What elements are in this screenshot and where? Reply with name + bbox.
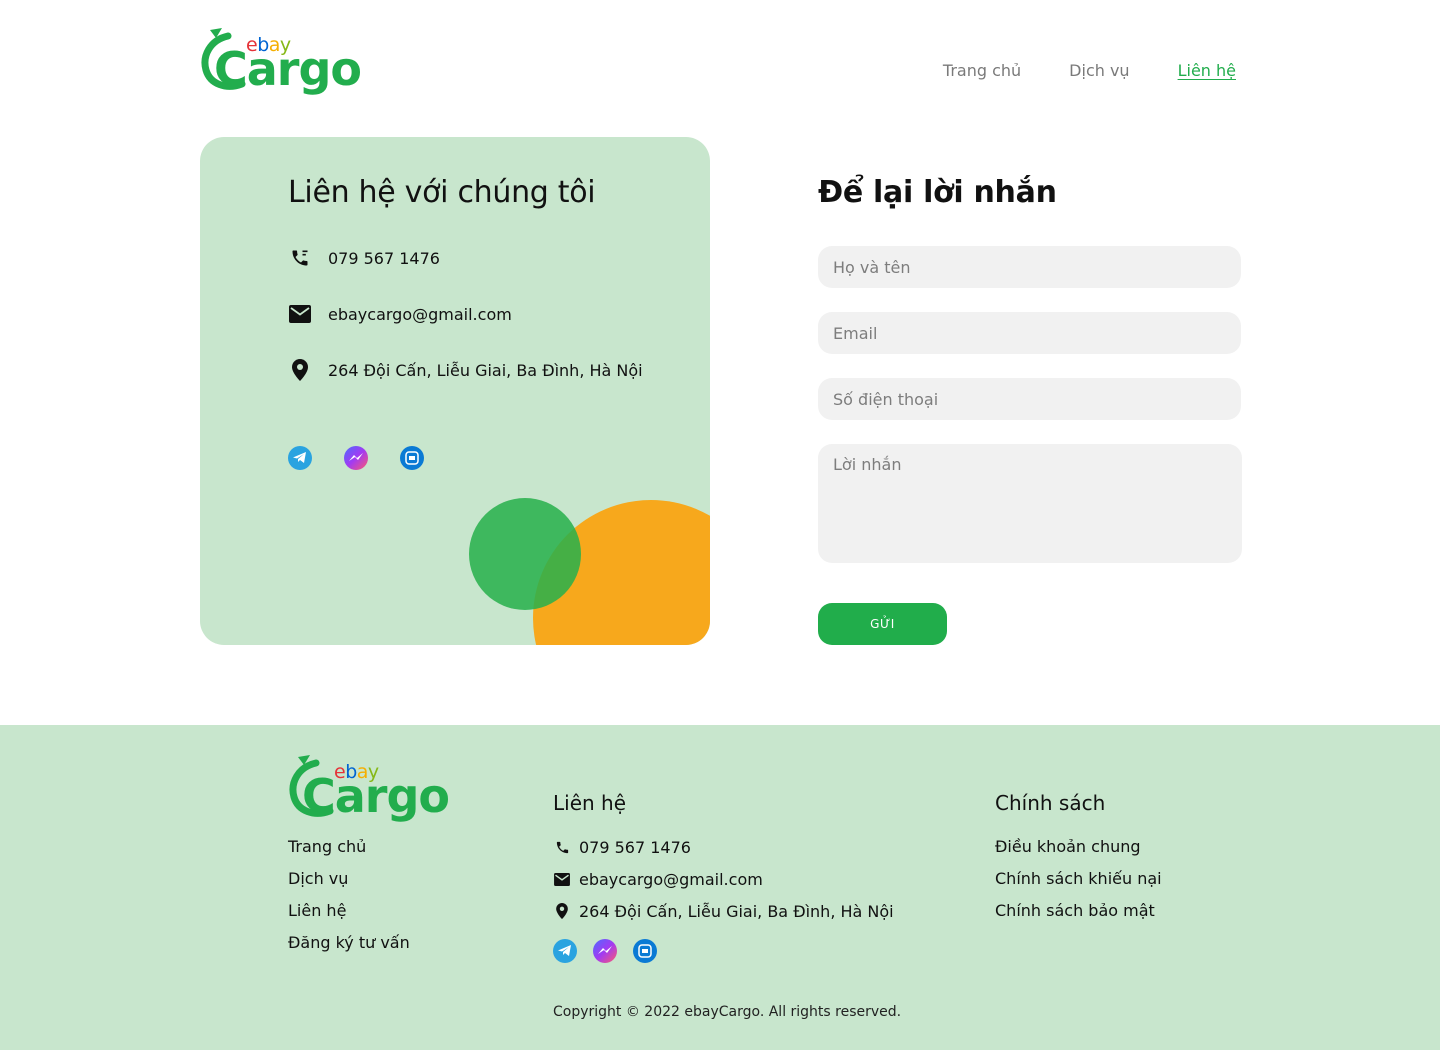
messenger-icon[interactable] [593,939,617,963]
form-title: Để lại lời nhắn [818,175,1057,210]
footer-contact-list: 079 567 1476 ebaycargo@gmail.com 264 Đội… [553,831,894,927]
messenger-icon[interactable] [344,446,368,470]
phone-icon [553,838,571,856]
footer-email[interactable]: ebaycargo@gmail.com [579,870,763,889]
phone-icon [288,246,312,270]
footer-link-contact[interactable]: Liên hệ [288,900,410,932]
footer-policy-title: Chính sách [995,791,1106,815]
footer-phone[interactable]: 079 567 1476 [579,838,691,857]
zalo-icon[interactable] [400,446,424,470]
nav-contact[interactable]: Liên hệ [1178,60,1236,82]
copyright-text: Copyright © 2022 ebayCargo. All rights r… [553,1004,902,1020]
logo-cargo-text: Cargo [302,769,450,823]
footer-address: 264 Đội Cấn, Liễu Giai, Ba Đình, Hà Nội [579,901,894,921]
message-textarea[interactable] [818,444,1242,563]
footer-address-row: 264 Đội Cấn, Liễu Giai, Ba Đình, Hà Nội [553,895,894,927]
footer-social-links [553,939,657,963]
footer-link-consult[interactable]: Đăng ký tư vấn [288,932,410,964]
footer-link-terms[interactable]: Điều khoản chung [995,836,1162,868]
location-icon [553,902,571,920]
telegram-icon[interactable] [553,939,577,963]
nav-services[interactable]: Dịch vụ [1069,60,1129,82]
nav-home[interactable]: Trang chủ [943,60,1021,82]
main-nav: Trang chủ Dịch vụ Liên hệ [943,60,1236,82]
footer-link-services[interactable]: Dịch vụ [288,868,410,900]
contact-card-title: Liên hệ với chúng tôi [288,175,596,210]
decorative-green-circle [469,498,581,610]
phone-input[interactable] [818,378,1241,420]
contact-email-row: ebaycargo@gmail.com [288,302,512,326]
mail-icon [553,870,571,888]
location-icon [288,358,312,382]
contact-email[interactable]: ebaycargo@gmail.com [328,305,512,324]
footer-link-complaints[interactable]: Chính sách khiếu nại [995,868,1162,900]
social-links [288,446,424,470]
logo-cargo-text: Cargo [214,42,362,96]
footer-email-row: ebaycargo@gmail.com [553,863,894,895]
footer-phone-row: 079 567 1476 [553,831,894,863]
mail-icon [288,302,312,326]
ebaycargo-logo[interactable]: ebay Cargo [200,26,362,96]
footer-link-home[interactable]: Trang chủ [288,836,410,868]
zalo-icon[interactable] [633,939,657,963]
name-input[interactable] [818,246,1241,288]
site-footer: ebay Cargo Trang chủ Dịch vụ Liên hệ Đăn… [0,725,1440,1050]
contact-card: Liên hệ với chúng tôi 079 567 1476 ebayc… [200,137,710,645]
footer-link-privacy[interactable]: Chính sách bảo mật [995,900,1162,932]
footer-logo[interactable]: ebay Cargo [288,753,450,823]
email-input[interactable] [818,312,1241,354]
site-header: ebay Cargo Trang chủ Dịch vụ Liên hệ [0,0,1440,120]
contact-phone[interactable]: 079 567 1476 [328,249,440,268]
footer-nav: Trang chủ Dịch vụ Liên hệ Đăng ký tư vấn [288,836,410,964]
telegram-icon[interactable] [288,446,312,470]
contact-phone-row: 079 567 1476 [288,246,440,270]
submit-button[interactable]: GỬI [818,603,947,645]
contact-address: 264 Đội Cấn, Liễu Giai, Ba Đình, Hà Nội [328,360,643,380]
footer-contact-title: Liên hệ [553,791,627,815]
footer-policy-list: Điều khoản chung Chính sách khiếu nại Ch… [995,836,1162,932]
contact-address-row: 264 Đội Cấn, Liễu Giai, Ba Đình, Hà Nội [288,358,643,382]
